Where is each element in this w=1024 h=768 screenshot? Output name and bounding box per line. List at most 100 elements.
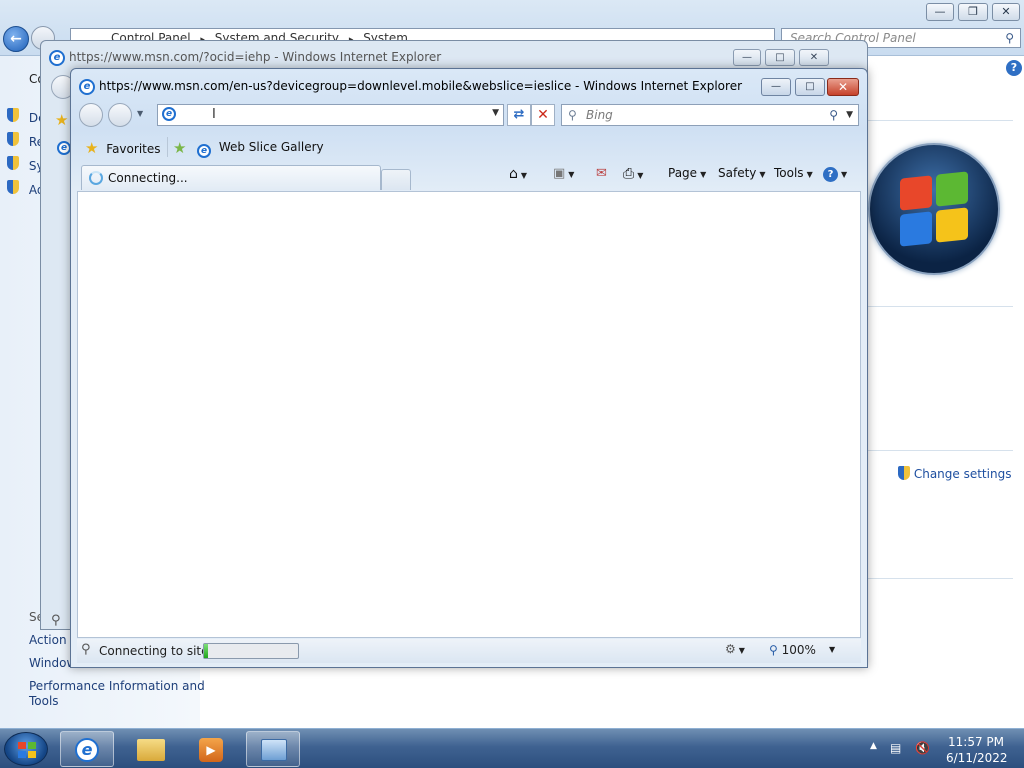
printer-icon: ⎙ bbox=[623, 166, 635, 182]
back-arrow-icon: ← bbox=[10, 31, 22, 47]
search-icon: ⚲ bbox=[568, 108, 577, 122]
change-settings-label: Change settings bbox=[913, 467, 1012, 481]
refresh-button[interactable]: ⇄ bbox=[507, 104, 531, 126]
page-menu-button[interactable]: Page ▼ bbox=[668, 166, 706, 180]
favorites-label: Favorites bbox=[106, 142, 161, 156]
status-search-icon: ⚲ bbox=[51, 613, 61, 628]
add-to-favorites-bar-button[interactable]: ★ bbox=[173, 139, 186, 157]
media-player-icon: ▶ bbox=[199, 738, 223, 762]
search-go-icon[interactable]: ⚲ bbox=[829, 105, 838, 125]
address-dropdown-icon[interactable]: ▼ bbox=[492, 108, 499, 118]
protected-mode-icon[interactable]: ⚙ ▼ bbox=[725, 642, 745, 656]
zoom-icon: ⚲ bbox=[769, 643, 778, 657]
ie-window-front[interactable]: e https://www.msn.com/en-us?devicegroup=… bbox=[70, 68, 868, 668]
page-menu-label: Page bbox=[668, 166, 698, 180]
internet-explorer-icon: e bbox=[49, 50, 65, 66]
divider bbox=[868, 578, 1013, 579]
zoom-level-label: 100% bbox=[781, 643, 816, 657]
shield-icon bbox=[898, 466, 910, 480]
safety-menu-label: Safety bbox=[718, 166, 757, 180]
see-also-link[interactable]: Performance Information and bbox=[29, 679, 205, 693]
tab-ie-icon: e bbox=[57, 141, 71, 155]
read-mail-button[interactable]: ✉ bbox=[596, 166, 607, 181]
sidebar-item[interactable]: Re bbox=[7, 132, 44, 149]
status-bar: ⚲ Connecting to site : ⚙ ▼ ⚲ 100% ▼ bbox=[77, 639, 861, 663]
loading-progress-bar bbox=[203, 643, 299, 659]
see-also-link[interactable]: Tools bbox=[29, 694, 59, 708]
home-button[interactable]: ⌂ ▼ bbox=[509, 166, 527, 182]
status-search-icon: ⚲ bbox=[81, 642, 91, 657]
taskbar-control-panel[interactable] bbox=[246, 731, 300, 767]
minimize-button[interactable]: — bbox=[733, 49, 761, 66]
start-button[interactable] bbox=[4, 732, 48, 766]
print-button[interactable]: ⎙ ▼ bbox=[623, 166, 643, 182]
back-button[interactable]: ← bbox=[3, 26, 29, 52]
new-tab-button[interactable] bbox=[381, 169, 411, 190]
tab-title: Connecting... bbox=[108, 171, 188, 185]
taskbar-internet-explorer[interactable]: e bbox=[60, 731, 114, 767]
refresh-icon: ⇄ bbox=[513, 107, 525, 122]
search-icon[interactable]: ⚲ bbox=[1005, 29, 1014, 47]
maximize-button[interactable]: □ bbox=[795, 78, 825, 96]
address-bar[interactable]: e I ▼ bbox=[157, 104, 504, 126]
close-button[interactable]: ✕ bbox=[827, 78, 859, 96]
favorites-button[interactable]: ★ Favorites bbox=[85, 139, 161, 157]
stop-button[interactable]: ✕ bbox=[531, 104, 555, 126]
text-cursor-icon: I bbox=[212, 107, 216, 122]
page-ie-icon: e bbox=[162, 107, 176, 121]
divider bbox=[868, 120, 1013, 121]
feeds-button[interactable]: ▣ ▼ bbox=[553, 166, 574, 181]
folder-icon bbox=[137, 739, 165, 761]
show-hidden-icons-button[interactable]: ▲ bbox=[870, 741, 877, 751]
favorites-star-icon[interactable]: ★ bbox=[55, 111, 68, 129]
maximize-button[interactable]: □ bbox=[765, 49, 795, 66]
network-icon[interactable]: ▤ bbox=[890, 741, 901, 755]
back-button[interactable] bbox=[79, 103, 103, 127]
taskbar-media-player[interactable]: ▶ bbox=[184, 731, 238, 767]
windows-logo-icon bbox=[868, 143, 1000, 275]
close-button[interactable]: ✕ bbox=[799, 49, 829, 66]
web-slice-gallery-link[interactable]: e Web Slice Gallery bbox=[197, 140, 324, 158]
tab-connecting[interactable]: Connecting... bbox=[81, 165, 381, 190]
web-slice-gallery-label: Web Slice Gallery bbox=[218, 140, 324, 154]
clock-date[interactable]: 6/11/2022 bbox=[946, 751, 1008, 765]
help-icon: ? bbox=[823, 167, 838, 182]
change-settings-link[interactable]: Change settings bbox=[898, 466, 1011, 481]
minimize-button[interactable]: — bbox=[761, 78, 791, 96]
mail-icon: ✉ bbox=[596, 166, 607, 181]
close-button[interactable]: ✕ bbox=[992, 3, 1020, 21]
help-icon[interactable]: ? bbox=[1006, 60, 1022, 76]
rss-feed-icon: ▣ bbox=[553, 166, 566, 181]
page-content-area[interactable] bbox=[77, 191, 861, 638]
sidebar-item[interactable]: Ad bbox=[7, 180, 44, 197]
restore-button[interactable]: ❐ bbox=[958, 3, 988, 21]
web-slice-ie-icon: e bbox=[197, 144, 211, 158]
shield-icon bbox=[7, 108, 19, 122]
internet-explorer-icon: e bbox=[75, 738, 99, 762]
tools-menu-label: Tools bbox=[774, 166, 804, 180]
tools-menu-button[interactable]: Tools ▼ bbox=[774, 166, 813, 180]
search-placeholder: Bing bbox=[586, 108, 613, 122]
search-provider-dropdown[interactable]: ▼ bbox=[846, 105, 853, 125]
window-title: https://www.msn.com/en-us?devicegroup=do… bbox=[99, 79, 743, 93]
volume-muted-icon[interactable]: 🔇 bbox=[915, 741, 930, 755]
forward-button[interactable] bbox=[108, 103, 132, 127]
see-also-link[interactable]: Action bbox=[29, 633, 67, 647]
clock-time[interactable]: 11:57 PM bbox=[948, 735, 1004, 749]
shield-icon bbox=[7, 132, 19, 146]
progress-fill bbox=[204, 644, 208, 658]
zoom-dropdown-icon[interactable]: ▼ bbox=[829, 645, 835, 654]
minimize-button[interactable]: — bbox=[926, 3, 954, 21]
add-favorite-icon: ★ bbox=[173, 139, 187, 157]
search-input[interactable]: ⚲ Bing ⚲ ▼ bbox=[561, 104, 859, 126]
safety-menu-button[interactable]: Safety ▼ bbox=[718, 166, 766, 180]
shield-icon bbox=[7, 156, 19, 170]
sidebar-item[interactable]: Sy bbox=[7, 156, 44, 173]
window-title: https://www.msn.com/?ocid=iehp - Windows… bbox=[69, 50, 442, 64]
taskbar-windows-explorer[interactable] bbox=[124, 731, 178, 767]
stop-icon: ✕ bbox=[537, 107, 549, 123]
zoom-level-button[interactable]: ⚲ 100% bbox=[769, 643, 816, 657]
recent-pages-dropdown[interactable]: ▼ bbox=[137, 109, 143, 118]
help-menu-button[interactable]: ? ▼ bbox=[823, 166, 847, 182]
internet-explorer-icon: e bbox=[79, 79, 95, 95]
